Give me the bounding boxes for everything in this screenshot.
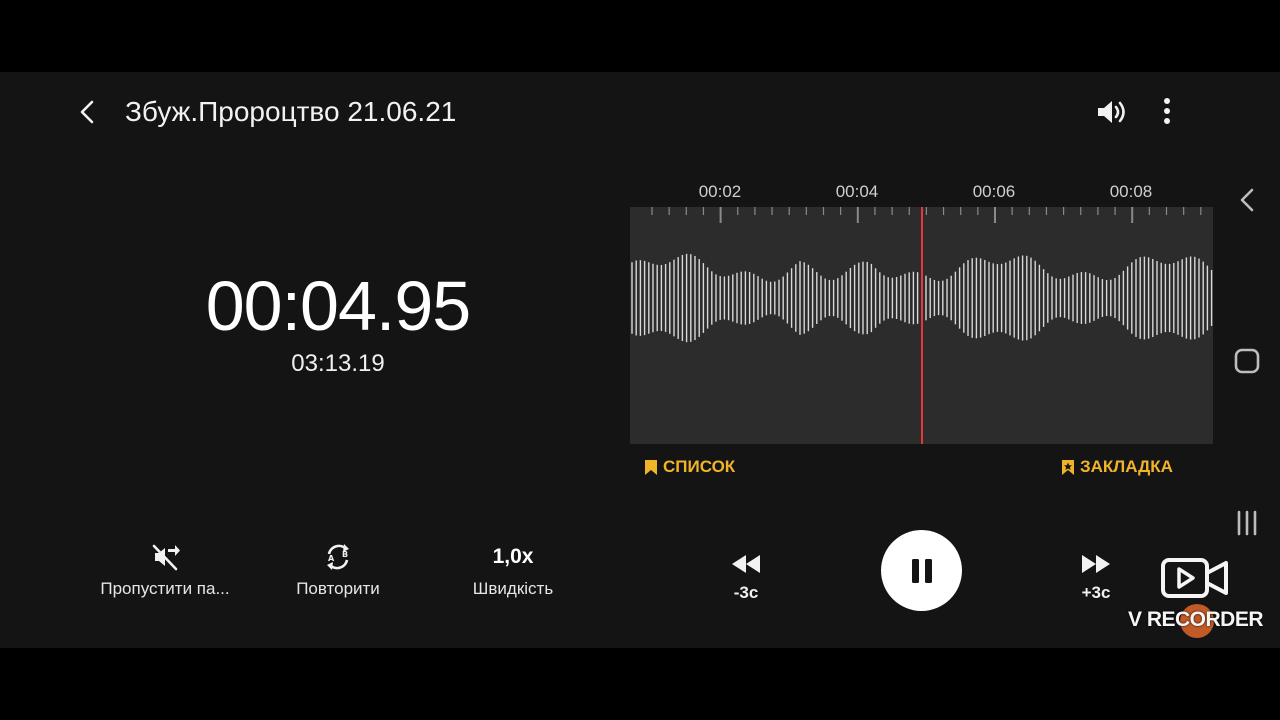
recording-title: Збуж.Пророцтво 21.06.21 <box>125 96 457 127</box>
current-time: 00:04.95 <box>205 267 471 345</box>
svg-text:A: A <box>328 554 335 563</box>
watermark-text: V RECORDER <box>1128 608 1264 631</box>
forward-button[interactable]: +3с <box>1061 552 1131 603</box>
pause-icon <box>911 558 932 583</box>
chevron-left-icon <box>1240 188 1254 212</box>
rewind-icon <box>732 555 760 573</box>
list-button[interactable]: СПИСОК <box>644 456 735 478</box>
back-button[interactable] <box>72 96 104 128</box>
timeline-tick-label: 00:02 <box>698 182 742 201</box>
repeat-label: Повторити <box>296 579 380 598</box>
total-time: 03:13.19 <box>291 350 385 377</box>
nav-home-button[interactable] <box>1232 346 1262 376</box>
waveform <box>631 207 1213 444</box>
repeat-ab-icon: A B <box>327 544 349 570</box>
repeat-ab-button[interactable]: A B Повторити <box>253 540 423 599</box>
add-bookmark-button[interactable]: ЗАКЛАДКА <box>1061 456 1173 478</box>
speed-value: 1,0x <box>492 545 534 568</box>
video-camera-icon <box>1161 558 1228 598</box>
fast-forward-icon <box>1082 555 1110 573</box>
rewind-label: -3с <box>733 583 759 602</box>
volume-icon <box>1098 101 1125 123</box>
more-options-button[interactable] <box>1152 96 1182 128</box>
speed-label: Швидкість <box>472 579 554 598</box>
bookmark-icon <box>645 459 657 475</box>
rewind-button[interactable]: -3с <box>711 552 781 603</box>
forward-label: +3с <box>1081 583 1111 602</box>
timeline-tick-label: 00:08 <box>1109 182 1153 201</box>
waveform-panel[interactable] <box>630 207 1213 444</box>
skip-silence-icon <box>152 544 180 571</box>
three-lines-icon <box>1237 510 1257 536</box>
more-vertical-icon <box>1164 98 1170 124</box>
volume-button[interactable] <box>1094 96 1132 128</box>
timeline-tick-label: 00:04 <box>835 182 879 201</box>
play-pause-button[interactable] <box>881 530 962 611</box>
skip-silence-button[interactable]: Пропустити па... <box>80 540 250 599</box>
chevron-left-icon <box>80 100 94 124</box>
bookmark-add-icon <box>1062 459 1074 475</box>
rounded-square-icon <box>1234 348 1260 374</box>
svg-text:B: B <box>342 550 348 559</box>
playback-speed-button[interactable]: 1,0x Швидкість <box>428 540 598 599</box>
nav-collapse-button[interactable] <box>1234 186 1262 214</box>
list-label: СПИСОК <box>663 457 736 476</box>
bookmark-label: ЗАКЛАДКА <box>1080 457 1173 476</box>
nav-recents-button[interactable] <box>1232 508 1262 538</box>
timeline-tick-label: 00:06 <box>972 182 1016 201</box>
skip-silence-label: Пропустити па... <box>100 579 230 598</box>
